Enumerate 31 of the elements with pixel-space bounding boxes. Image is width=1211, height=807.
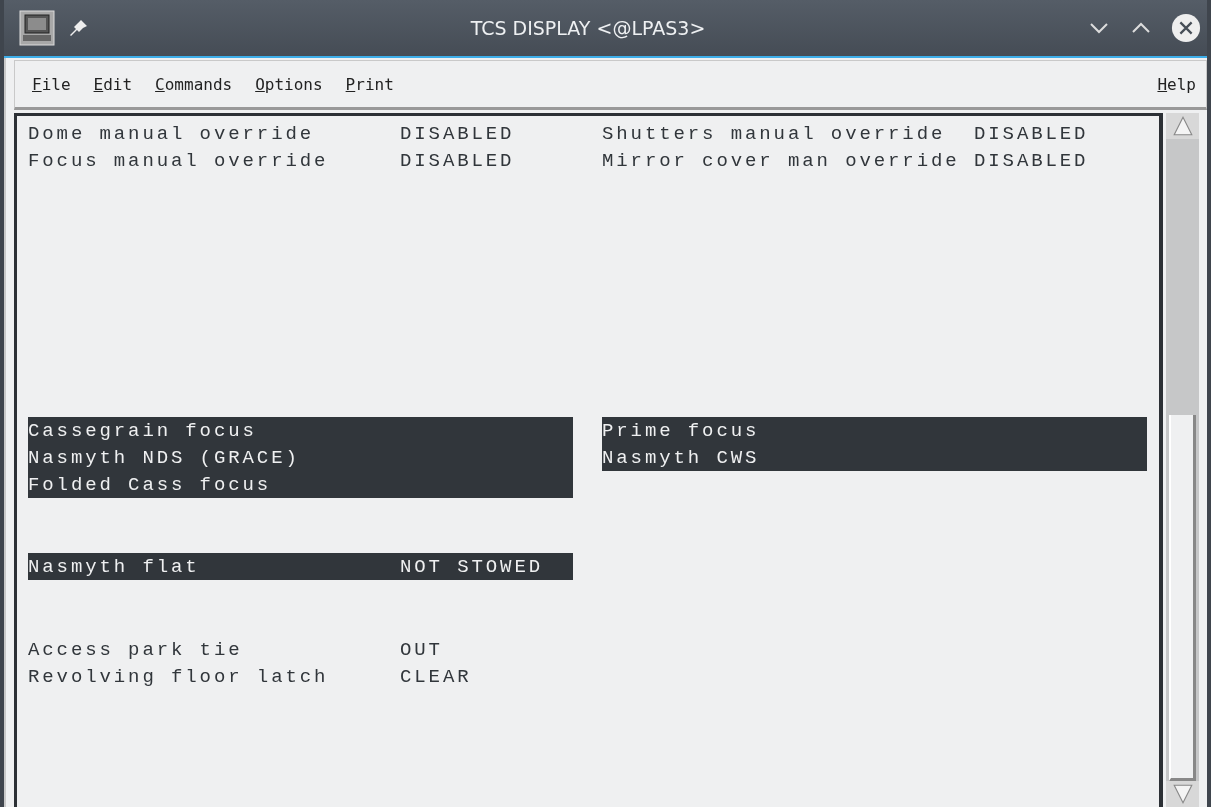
focus-label: Cassegrain focus [28,419,258,442]
status-label: Shutters manual override [602,122,947,145]
focus-label: Prime focus [602,419,761,442]
scrollbar[interactable] [1166,113,1199,807]
status-label: Dome manual override [28,122,316,145]
status-value: DISABLED [974,149,1089,172]
scrollbar-thumb[interactable] [1169,415,1196,781]
status-value: DISABLED [974,122,1089,145]
status-value: NOT STOWED [400,555,544,578]
focus-label: Folded Cass focus [28,473,273,496]
status-value: DISABLED [400,149,515,172]
status-label: Focus manual override [28,149,330,172]
status-value: DISABLED [400,122,515,145]
focus-label: Nasmyth NDS (GRACE) [28,446,301,469]
window-title: TCS DISPLAY <@LPAS3> [469,17,707,39]
menu-item[interactable]: Options [255,74,323,94]
menu-item[interactable]: Commands [155,74,233,94]
status-label: Revolving floor latch [28,665,330,688]
status-label: Access park tie [28,638,244,661]
status-label: Nasmyth flat [28,555,201,578]
focus-label: Nasmyth CWS [602,446,761,469]
pin-icon[interactable] [69,18,89,38]
menu-item[interactable]: Help [1157,74,1196,94]
status-label: Mirror cover man override [602,149,961,172]
menu-item[interactable]: File [32,74,71,94]
close-icon[interactable] [1171,13,1201,43]
status-value: OUT [400,638,443,661]
menu-item[interactable]: Print [345,74,394,94]
computer-icon[interactable] [19,10,55,46]
menu-item[interactable]: Edit [93,74,133,94]
status-value: CLEAR [400,665,472,688]
